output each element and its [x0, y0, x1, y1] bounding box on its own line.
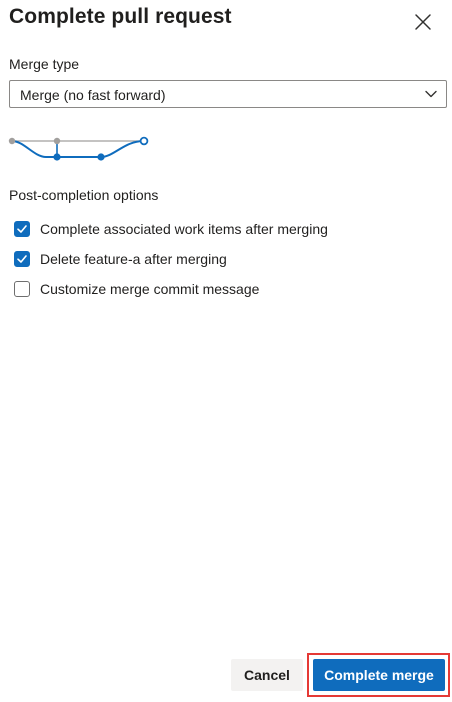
post-completion-label: Post-completion options	[9, 187, 159, 203]
complete-work-items-label: Complete associated work items after mer…	[40, 221, 328, 237]
chevron-down-icon	[425, 90, 437, 98]
cancel-button[interactable]: Cancel	[231, 659, 303, 691]
checkmark-icon	[17, 255, 27, 263]
customize-commit-message-label: Customize merge commit message	[40, 281, 260, 297]
close-icon	[415, 14, 431, 30]
complete-merge-button[interactable]: Complete merge	[313, 659, 445, 691]
complete-pull-request-dialog: Complete pull request Merge type Merge (…	[0, 0, 452, 702]
dialog-title: Complete pull request	[9, 5, 232, 28]
close-button[interactable]	[412, 11, 434, 33]
customize-commit-message-checkbox[interactable]	[14, 281, 30, 297]
merge-type-label: Merge type	[9, 56, 80, 72]
merge-diagram-icon	[8, 136, 149, 161]
merge-type-dropdown[interactable]: Merge (no fast forward)	[9, 80, 447, 108]
complete-work-items-checkbox[interactable]	[14, 221, 30, 237]
merge-type-selected-value: Merge (no fast forward)	[20, 87, 166, 103]
delete-branch-checkbox[interactable]	[14, 251, 30, 267]
delete-branch-label: Delete feature-a after merging	[40, 251, 227, 267]
checkmark-icon	[17, 225, 27, 233]
